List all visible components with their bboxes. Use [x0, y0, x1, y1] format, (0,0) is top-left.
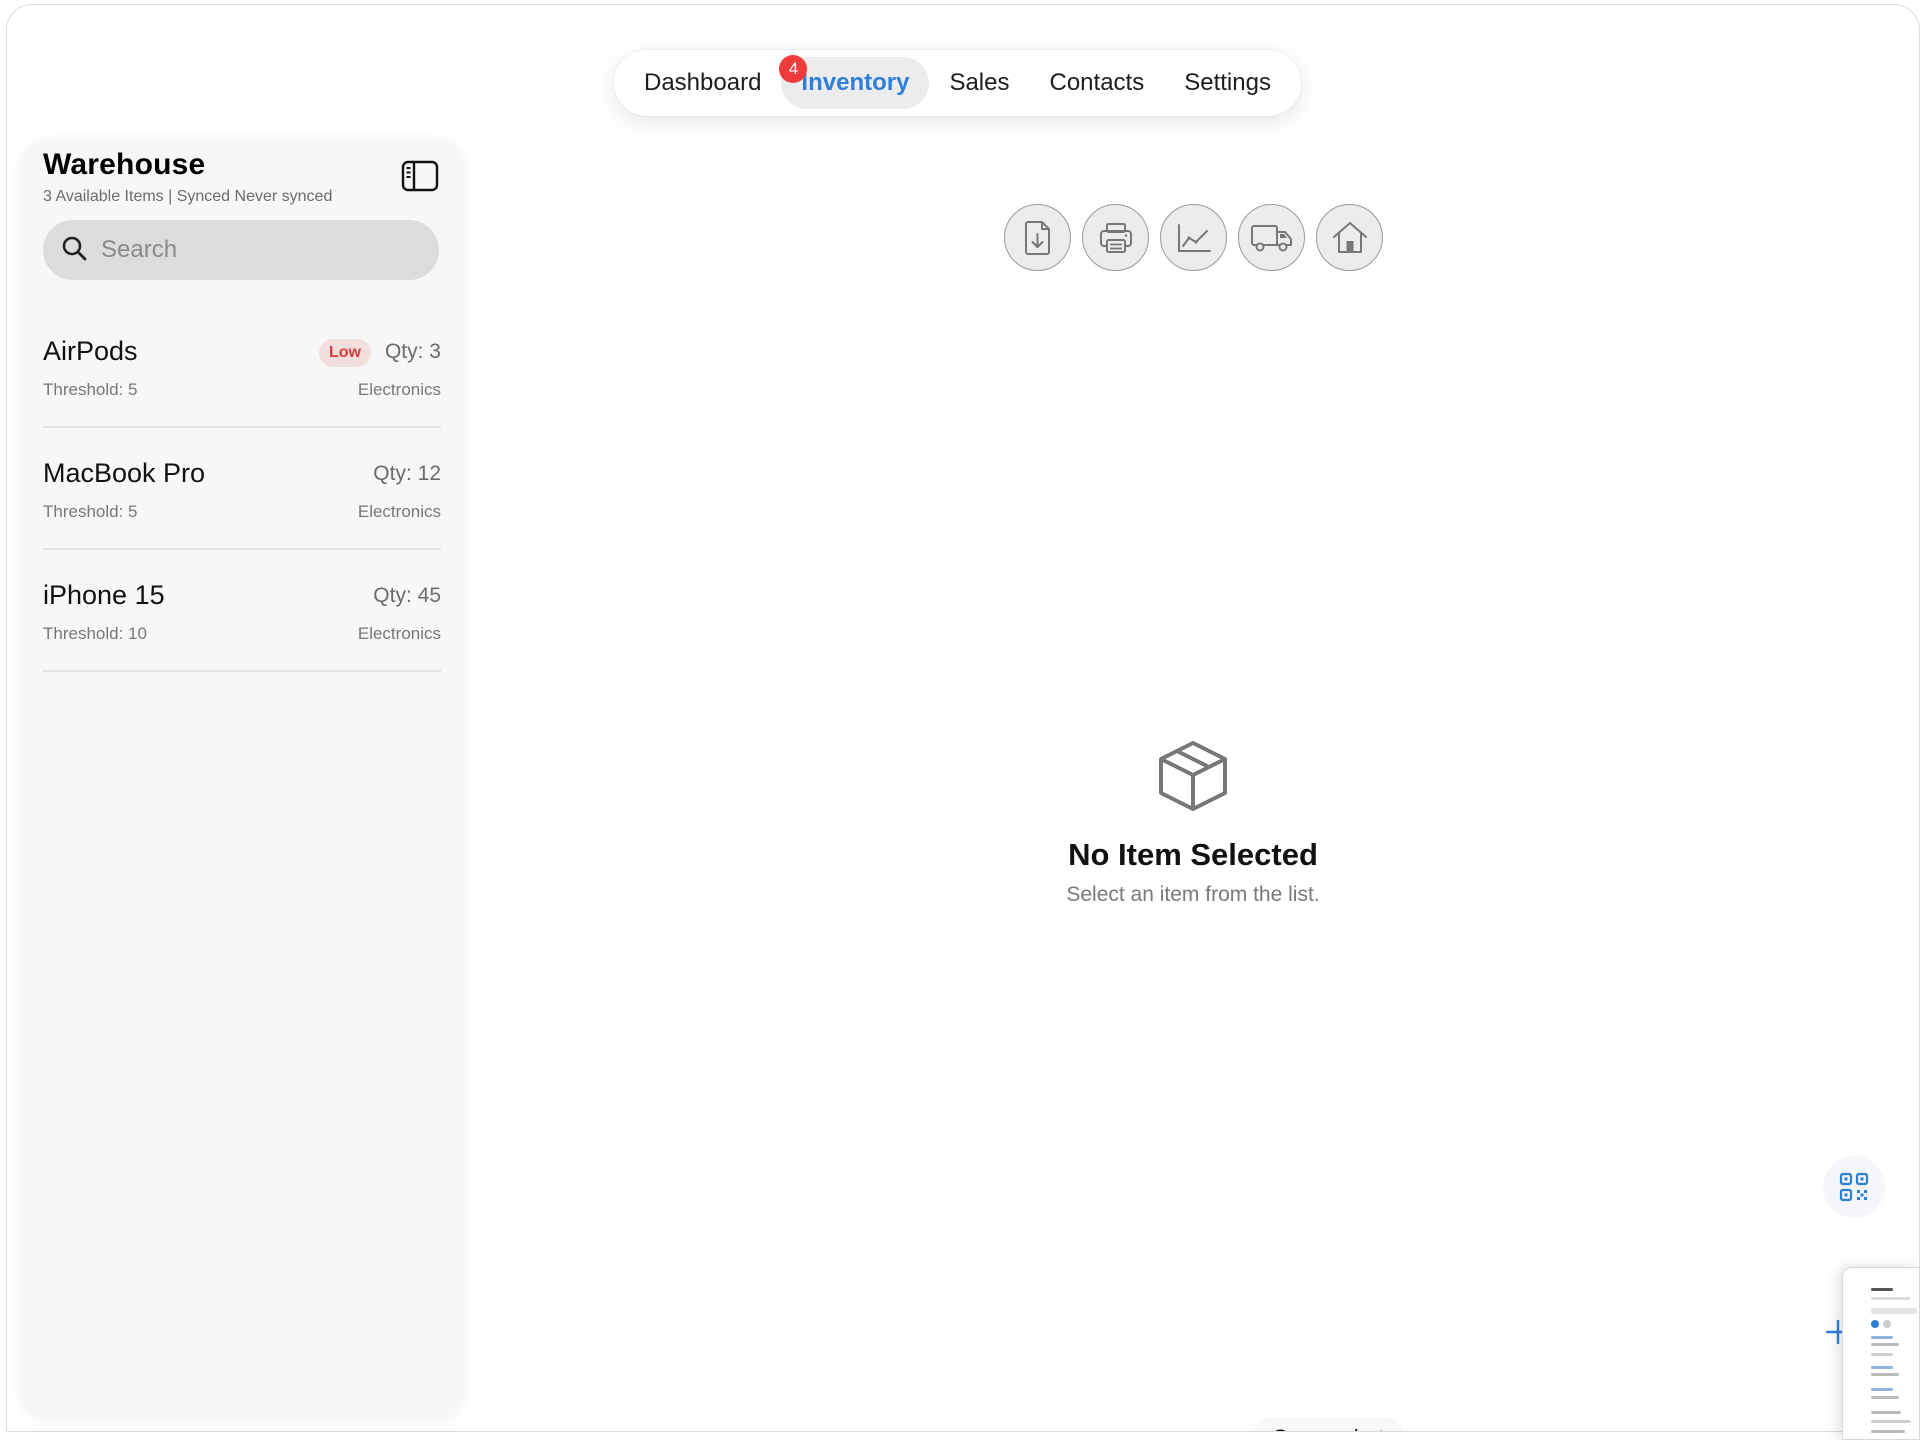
empty-state-title: No Item Selected [1068, 837, 1318, 872]
qr-code-icon[interactable] [1823, 1156, 1885, 1218]
screenshot-label: Screenshot [1253, 1417, 1405, 1431]
detail-pane: No Item Selected Select an item from the… [7, 5, 1919, 1431]
empty-state-subtitle: Select an item from the list. [1066, 883, 1320, 906]
screenshot-thumbnail[interactable] [1842, 1267, 1920, 1440]
app-window: Dashboard 4 Inventory Sales Contacts Set… [6, 4, 1920, 1432]
